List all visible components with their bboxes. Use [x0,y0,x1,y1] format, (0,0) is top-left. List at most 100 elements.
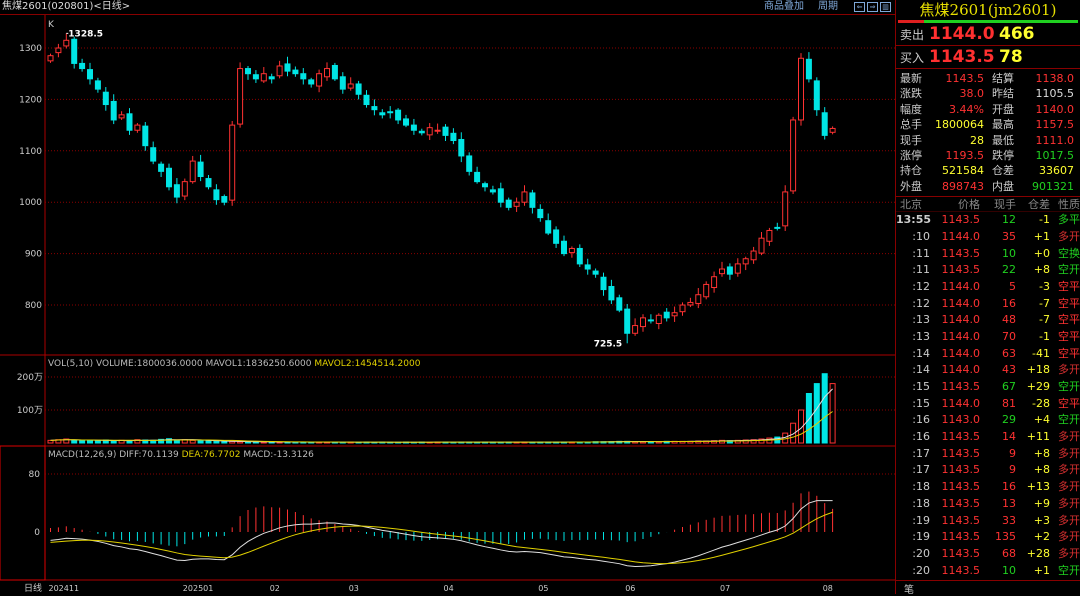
tick-volume: 16 [1002,480,1016,494]
tick-row[interactable]: :14 1144.0 63 -41 空平 [896,346,1080,363]
tick-volume: 16 [1002,296,1016,310]
date-axis-label: 202501 [183,584,214,593]
tick-volume: 22 [1002,263,1016,277]
tab-ticks[interactable]: 笔 [896,580,1080,596]
candle [742,258,749,265]
tick-table-header: 北京 价格 现手 仓差 性质 [896,197,1080,213]
candle [703,283,710,298]
stat-label: 涨跌 [900,87,922,101]
tick-oi-change: +4 [1033,413,1050,427]
tick-price: 1143.5 [941,380,981,393]
tick-row[interactable]: 13:55 1143.5 12 -1 多平 [896,212,1080,229]
candle [655,314,662,325]
volume-bar [197,440,204,444]
date-axis-label: 06 [625,584,635,593]
tick-volume: 48 [1002,313,1016,327]
buy-volume: 78 [999,47,1023,67]
tick-row[interactable]: :13 1144.0 70 -1 空平 [896,329,1080,346]
tick-row[interactable]: :19 1143.5 33 +3 多开 [896,513,1080,530]
tick-row[interactable]: :15 1144.0 81 -28 空平 [896,396,1080,413]
candle [94,80,101,90]
tick-row[interactable]: :18 1143.5 13 +9 多开 [896,496,1080,513]
tick-volume: 13 [1002,496,1016,510]
tick-oi-change: +29 [1026,380,1050,393]
tick-row[interactable]: :14 1144.0 43 +18 多开 [896,362,1080,379]
stat-value: 1143.5 [945,72,985,85]
candle [679,304,686,313]
tick-type: 空平 [1058,396,1080,410]
candle [750,250,757,261]
tick-row[interactable]: :12 1144.0 5 -3 空平 [896,279,1080,296]
stat-value: 1105.5 [1035,87,1075,101]
candle [347,83,354,89]
candle [529,192,536,208]
candle [300,73,307,80]
tick-time: :17 [912,463,930,477]
period-button[interactable]: 周期 [818,0,838,14]
candle [379,112,386,116]
volume-axis-label: 100万 [17,406,43,416]
tick-volume: 5 [1009,279,1016,293]
tick-time: :10 [912,229,930,243]
stat-row: 现手 28 最低 1111.0 [896,133,1080,148]
tick-row[interactable]: :16 1143.5 14 +11 多开 [896,429,1080,446]
tick-row[interactable]: :10 1144.0 35 +1 多开 [896,229,1080,246]
kline-chart[interactable]: 1300120011001000900800200万100万800202411 2… [0,0,895,594]
stat-value: 1800064 [935,118,984,132]
candle [640,317,646,328]
candle [663,311,670,319]
tick-row[interactable]: :20 1143.5 68 +28 多开 [896,546,1080,563]
stat-label: 最高 [992,118,1014,132]
candle [695,294,702,304]
candle [110,100,117,121]
buy-sell-ratio-bar [898,20,1078,23]
arrow-left-icon[interactable]: ⇐ [854,2,865,12]
candle [197,161,204,178]
tick-row[interactable]: :11 1143.5 10 +0 空换 [896,246,1080,263]
tick-row[interactable]: :17 1143.5 9 +8 多开 [896,462,1080,479]
tick-time: :19 [912,513,930,527]
tick-time: :13 [912,329,930,343]
tick-row[interactable]: :13 1144.0 48 -7 空平 [896,312,1080,329]
candle [158,163,165,172]
arrow-right-icon[interactable]: ⇒ [867,2,878,12]
tick-row[interactable]: :11 1143.5 22 +8 空开 [896,262,1080,279]
tick-row[interactable]: :20 1143.5 10 +1 空开 [896,563,1080,580]
volume-bar [821,373,828,444]
tick-time: :18 [912,480,930,494]
candle [308,79,315,85]
price-axis-label: 1200 [19,95,42,105]
volume-bar [805,393,812,444]
layout-icon[interactable]: ▥ [880,2,891,12]
candle [790,119,797,192]
price-axis-label: 1100 [19,147,42,157]
tick-row[interactable]: :18 1143.5 16 +13 多开 [896,479,1080,496]
stat-label: 结算 [992,72,1014,85]
tick-row[interactable]: :16 1143.0 29 +4 空开 [896,412,1080,429]
candle [497,188,504,203]
tick-oi-change: +8 [1033,263,1050,277]
stat-row: 涨停 1193.5 跌停 1017.5 [896,148,1080,163]
candle [126,113,133,131]
volume-axis-label: 200万 [17,373,43,383]
overlay-button[interactable]: 商品叠加 [764,0,804,14]
tick-row[interactable]: :12 1144.0 16 -7 空平 [896,296,1080,313]
candle [371,106,378,111]
tick-table[interactable]: 13:55 1143.5 12 -1 多平:10 1144.0 35 +1 多开:11 1143.… [896,212,1080,579]
stat-label: 开盘 [992,102,1014,116]
tick-oi-change: +1 [1033,563,1050,577]
tick-volume: 10 [1002,563,1016,577]
tick-row[interactable]: :15 1143.5 67 +29 空开 [896,379,1080,396]
tick-row[interactable]: :17 1143.5 9 +8 多开 [896,446,1080,463]
candle [134,124,141,131]
tick-row[interactable]: :19 1143.5 135 +2 多开 [896,529,1080,546]
candle [237,68,244,125]
candle [758,237,765,254]
tick-time: :16 [912,430,930,444]
candle [798,57,804,121]
tick-oi-change: +1 [1033,229,1050,243]
candle [482,183,488,188]
tick-price: 1143.5 [941,480,981,494]
tick-oi-change: +0 [1033,246,1050,260]
candle [166,167,172,188]
